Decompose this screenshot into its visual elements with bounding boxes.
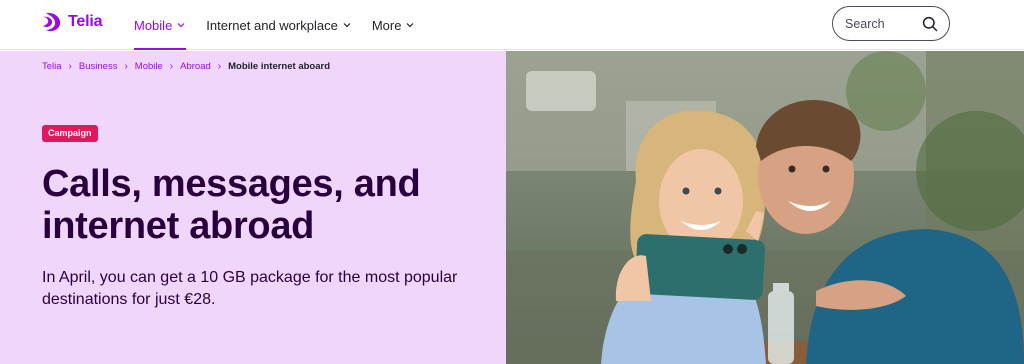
campaign-badge: Campaign [42,125,98,142]
hero-photo-illustration [506,51,1024,364]
breadcrumb-link-mobile[interactable]: Mobile [135,61,163,72]
logo-wordmark: Telia [68,13,103,30]
search-box[interactable] [832,6,950,41]
site-header: Telia Mobile Internet and workplace More [0,0,1024,50]
nav-item-label: Internet and workplace [206,17,338,33]
chevron-right-icon: › [169,61,174,72]
breadcrumb-link-business[interactable]: Business [79,61,118,72]
hero-description: In April, you can get a 10 GB package fo… [42,269,458,308]
nav-item-more[interactable]: More [372,0,416,50]
breadcrumb: Telia › Business › Mobile › Abroad › Mob… [42,61,330,72]
nav-item-label: More [371,17,402,33]
breadcrumb-link-abroad[interactable]: Abroad [180,61,211,72]
search-input[interactable] [845,16,915,31]
breadcrumb-current: Mobile internet aboard [228,61,330,72]
chevron-down-icon [177,23,185,28]
nav-item-internet-and-workplace[interactable]: Internet and workplace [206,0,352,50]
chevron-right-icon: › [124,61,128,72]
search-icon[interactable] [922,16,938,32]
chevron-right-icon: › [217,61,222,72]
breadcrumb-link-telia[interactable]: Telia [42,61,62,72]
chevron-down-icon [343,23,351,28]
telia-logo[interactable]: Telia [40,11,102,33]
chevron-down-icon [407,23,414,28]
nav-item-mobile[interactable]: Mobile [134,0,187,50]
hero-text-panel: Telia › Business › Mobile › Abroad › Mob… [0,51,506,364]
page-title: Calls, messages, and internet abroad [42,163,421,247]
main-nav: Mobile Internet and workplace More [134,0,435,50]
telia-logo-icon [43,12,61,32]
nav-item-label: Mobile [134,17,173,33]
hero-image [506,51,1024,364]
chevron-right-icon: › [68,61,72,72]
